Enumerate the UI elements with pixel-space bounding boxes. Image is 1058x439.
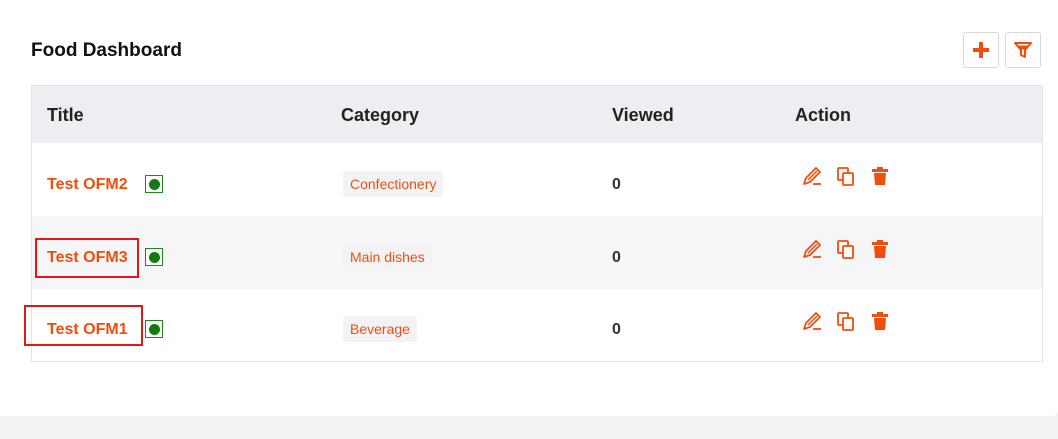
edit-icon: [803, 240, 821, 258]
duplicate-button[interactable]: [835, 310, 857, 332]
category-badge: Main dishes: [343, 244, 432, 270]
table-row: Test OFM3 Main dishes 0: [32, 216, 1042, 289]
table-row: Test OFM2 Confectionery 0: [32, 143, 1042, 216]
row-title-link[interactable]: Test OFM3: [47, 249, 128, 267]
edit-button[interactable]: [801, 165, 823, 187]
edit-icon: [803, 167, 821, 185]
column-header-category: Category: [341, 105, 420, 125]
row-title-link[interactable]: Test OFM1: [47, 321, 128, 339]
plus-icon: [973, 42, 989, 58]
category-badge: Confectionery: [343, 171, 444, 197]
duplicate-icon: [837, 312, 854, 331]
duplicate-button[interactable]: [835, 165, 857, 187]
duplicate-button[interactable]: [835, 238, 857, 260]
delete-button[interactable]: [869, 165, 891, 187]
duplicate-icon: [837, 240, 854, 259]
delete-icon: [872, 312, 888, 330]
page-title: Food Dashboard: [31, 40, 182, 61]
table-row: Test OFM1 Beverage 0: [32, 289, 1042, 362]
category-badge: Beverage: [343, 316, 417, 342]
column-header-title: Title: [47, 105, 84, 125]
viewed-count: 0: [612, 176, 621, 193]
status-indicator: [145, 248, 163, 266]
delete-icon: [872, 167, 888, 185]
table-header: Title Category Viewed Action: [32, 86, 1042, 143]
edit-icon: [803, 312, 821, 330]
food-dashboard-card: Food Dashboard Title Category Viewed Act…: [0, 0, 1058, 416]
edit-button[interactable]: [801, 310, 823, 332]
edit-button[interactable]: [801, 238, 823, 260]
status-indicator: [145, 320, 163, 338]
duplicate-icon: [837, 167, 854, 186]
add-button[interactable]: [963, 32, 999, 68]
filter-button[interactable]: [1005, 32, 1041, 68]
filter-icon: [1014, 42, 1032, 58]
viewed-count: 0: [612, 321, 621, 338]
food-table: Title Category Viewed Action Test OFM2 C…: [31, 85, 1043, 362]
delete-icon: [872, 240, 888, 258]
delete-button[interactable]: [869, 310, 891, 332]
column-header-viewed: Viewed: [612, 105, 674, 125]
delete-button[interactable]: [869, 238, 891, 260]
column-header-action: Action: [795, 105, 851, 125]
status-indicator: [145, 175, 163, 193]
viewed-count: 0: [612, 249, 621, 266]
row-title-link[interactable]: Test OFM2: [47, 176, 128, 194]
